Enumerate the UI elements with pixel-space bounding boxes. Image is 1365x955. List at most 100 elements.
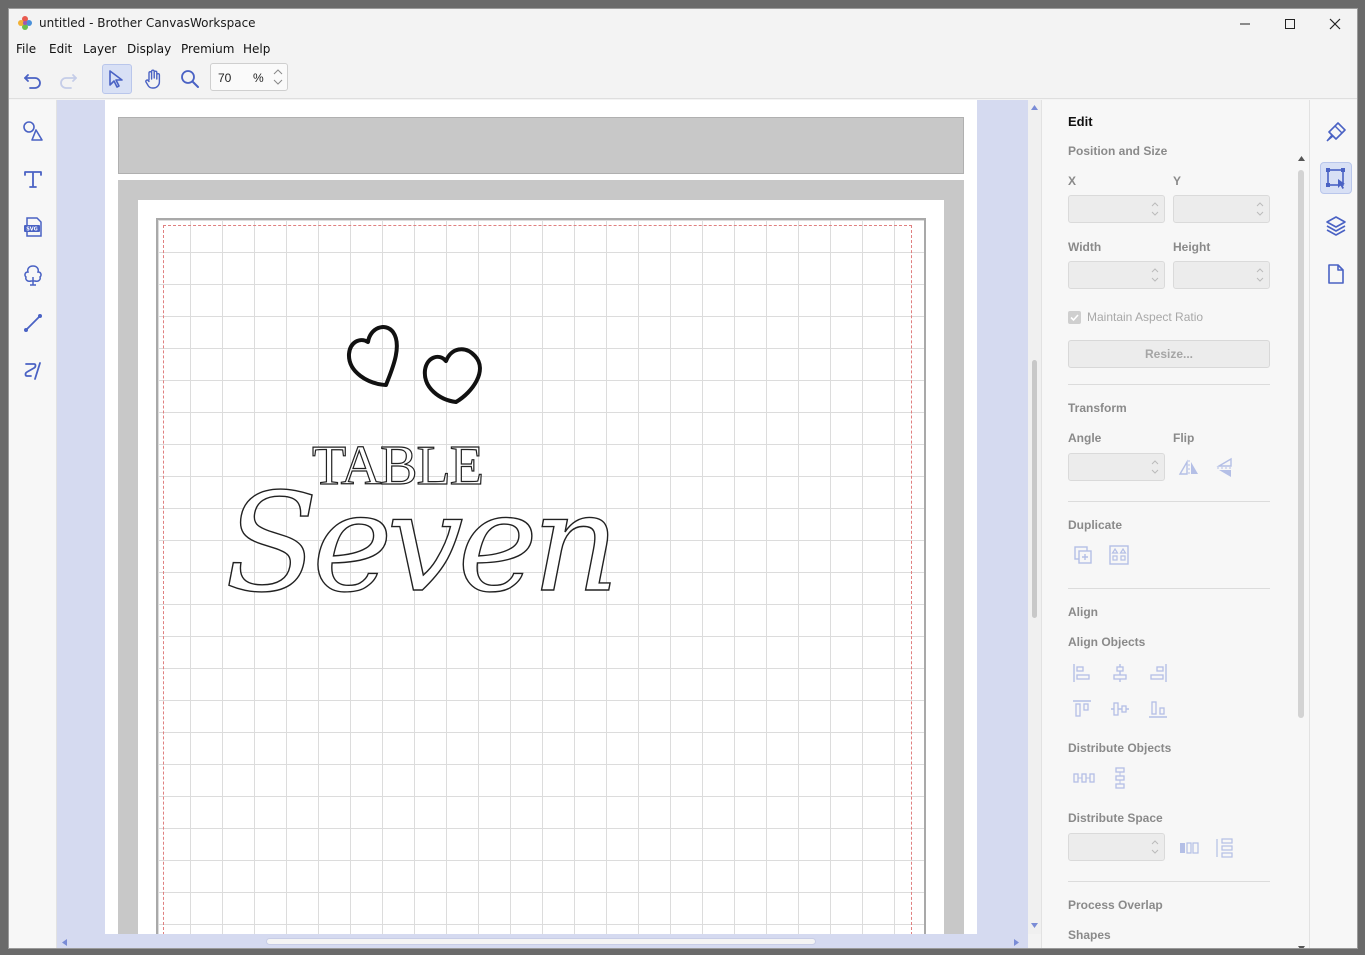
redo-button[interactable] [53, 64, 83, 94]
layers-panel-button[interactable] [1320, 210, 1352, 242]
x-spinner-icon[interactable] [1150, 199, 1160, 219]
scroll-up-icon[interactable] [1030, 104, 1039, 111]
maintain-aspect-checkbox[interactable] [1068, 311, 1081, 324]
x-label: X [1068, 174, 1077, 188]
canvas-vertical-scroll-thumb[interactable] [1032, 360, 1037, 618]
hearts-shape[interactable] [343, 312, 493, 404]
distribute-space-spinner-icon[interactable] [1150, 837, 1160, 857]
menu-bar: File Edit Layer Display Premium Help [9, 39, 1357, 61]
divider [1068, 384, 1270, 385]
scroll-down-icon[interactable] [1030, 922, 1039, 929]
close-button[interactable] [1312, 9, 1357, 39]
zoom-tool-button[interactable] [175, 64, 205, 94]
seven-text: Seven [224, 465, 620, 623]
align-bottom-icon [1149, 701, 1167, 718]
panel-heading: Edit [1068, 114, 1093, 129]
zoom-value: 70 [218, 71, 232, 85]
duplicate-button[interactable] [1072, 544, 1094, 566]
heart-left[interactable] [347, 325, 399, 387]
flip-horizontal-button[interactable] [1178, 457, 1200, 479]
distribute-vertical-button[interactable] [1109, 767, 1131, 789]
flip-horizontal-icon [1178, 459, 1198, 476]
align-middle-button[interactable] [1109, 698, 1131, 720]
width-input[interactable] [1068, 261, 1165, 289]
menu-help[interactable]: Help [243, 42, 270, 56]
hand-tool-button[interactable] [139, 64, 169, 94]
canvas-horizontal-scroll-thumb[interactable] [266, 938, 816, 945]
align-right-button[interactable] [1147, 662, 1169, 684]
maximize-icon [1285, 19, 1295, 29]
distribute-horizontal-button[interactable] [1073, 767, 1095, 789]
align-center-icon [1113, 664, 1127, 682]
divider [1068, 881, 1270, 882]
canvas-area[interactable]: TABLE Seven [57, 100, 1028, 934]
menu-display[interactable]: Display [127, 42, 171, 56]
undo-icon [24, 74, 41, 89]
search-icon [181, 70, 199, 88]
undo-button[interactable] [18, 64, 48, 94]
transform-heading: Transform [1068, 401, 1127, 415]
align-center-button[interactable] [1109, 662, 1131, 684]
duplicate-heading: Duplicate [1068, 518, 1123, 532]
scroll-left-icon[interactable] [61, 938, 68, 947]
flip-label: Flip [1173, 431, 1195, 445]
angle-spinner-icon[interactable] [1150, 457, 1160, 477]
align-right-icon [1150, 664, 1167, 682]
shapes-tool-button[interactable] [18, 116, 48, 146]
canvas-vertical-scrollbar[interactable] [1028, 100, 1041, 934]
y-input[interactable] [1173, 195, 1270, 223]
zoom-unit: % [253, 71, 264, 85]
distribute-space-input[interactable] [1068, 833, 1165, 861]
divider [1068, 501, 1270, 502]
align-left-button[interactable] [1071, 662, 1093, 684]
pointer-icon [109, 70, 123, 88]
color-panel-button[interactable] [1320, 116, 1352, 148]
height-input[interactable] [1173, 261, 1270, 289]
heart-right[interactable] [422, 347, 482, 404]
menu-premium[interactable]: Premium [181, 42, 234, 56]
height-spinner-icon[interactable] [1255, 265, 1265, 285]
flip-vertical-button[interactable] [1214, 457, 1236, 479]
scroll-right-icon[interactable] [1013, 938, 1020, 947]
edit-panel-button[interactable] [1320, 162, 1352, 194]
canvas-horizontal-scrollbar[interactable] [57, 934, 1028, 948]
space-vertical-button[interactable] [1214, 837, 1236, 859]
seven-text-object[interactable]: Seven [224, 475, 620, 640]
page-panel-button[interactable] [1320, 258, 1352, 290]
tree-icon [24, 265, 42, 286]
width-label: Width [1068, 240, 1102, 254]
x-input[interactable] [1068, 195, 1165, 223]
resize-button[interactable]: Resize... [1068, 340, 1270, 368]
array-duplicate-button[interactable] [1108, 544, 1130, 566]
menu-file[interactable]: File [16, 42, 36, 56]
menu-edit[interactable]: Edit [49, 42, 72, 56]
duplicate-icon [1074, 546, 1092, 564]
select-tool-button[interactable] [102, 64, 132, 94]
angle-input[interactable] [1068, 453, 1165, 481]
space-horizontal-button[interactable] [1178, 837, 1200, 859]
panel-scroll-down-icon[interactable] [1297, 945, 1306, 949]
panel-scroll-up-icon[interactable] [1297, 155, 1306, 162]
y-spinner-icon[interactable] [1255, 199, 1265, 219]
pen-tool-button[interactable] [18, 356, 48, 386]
align-top-icon [1073, 700, 1091, 717]
edit-panel: Edit Position and Size X Y Width Height … [1041, 100, 1309, 949]
line-icon [24, 314, 42, 332]
align-top-button[interactable] [1071, 698, 1093, 720]
minimize-button[interactable] [1222, 9, 1268, 39]
space-vertical-icon [1216, 838, 1233, 858]
maintain-aspect-label: Maintain Aspect Ratio [1087, 310, 1204, 324]
svg-tool-button[interactable]: SVG [18, 212, 48, 242]
zoom-spinner-icon[interactable] [271, 66, 285, 88]
minimize-icon [1240, 23, 1250, 25]
align-bottom-button[interactable] [1147, 698, 1169, 720]
maximize-button[interactable] [1267, 9, 1313, 39]
flip-vertical-icon [1216, 457, 1233, 477]
pattern-tool-button[interactable] [18, 260, 48, 290]
text-tool-button[interactable] [18, 164, 48, 194]
line-tool-button[interactable] [18, 308, 48, 338]
menu-layer[interactable]: Layer [83, 42, 116, 56]
width-spinner-icon[interactable] [1150, 265, 1160, 285]
panel-scroll-thumb[interactable] [1298, 170, 1304, 718]
zoom-input[interactable]: 70 % [210, 63, 288, 91]
